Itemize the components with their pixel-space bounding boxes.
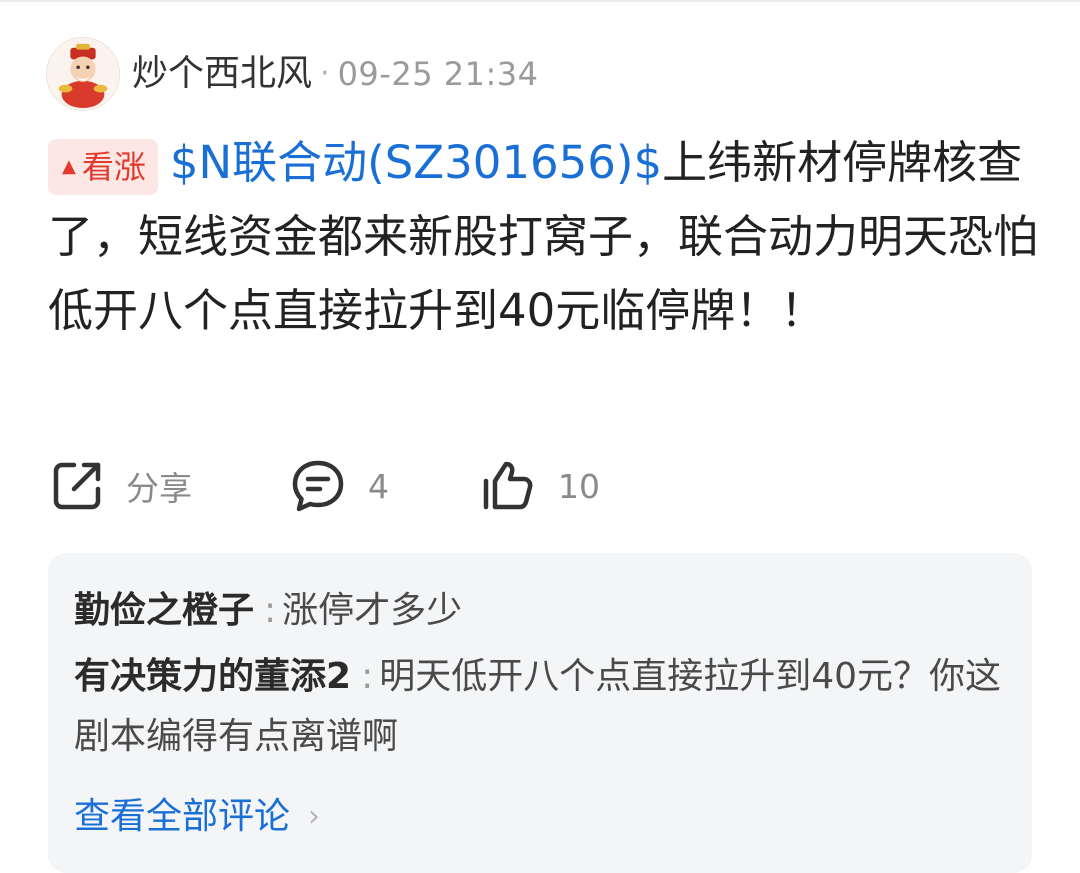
bullish-badge: ▲ 看涨 <box>48 139 158 195</box>
comment-icon <box>292 460 344 512</box>
comment-separator: : <box>361 656 374 697</box>
like-button[interactable]: 10 <box>480 456 680 516</box>
comment-item[interactable]: 有决策力的董添2: 明天低开八个点直接拉升到40元？你这剧本编得有点离谱啊 <box>74 647 1008 767</box>
comment-author[interactable]: 勤俭之橙子 <box>74 590 254 631</box>
comment-button[interactable]: 4 <box>290 456 480 516</box>
action-bar: 分享 4 10 <box>50 456 680 516</box>
post-timestamp: 09-25 21:34 <box>337 55 539 93</box>
top-divider <box>0 0 1080 2</box>
post-header: 炒个西北风 · 09-25 21:34 <box>46 36 538 112</box>
comment-author[interactable]: 有决策力的董添2 <box>74 656 351 697</box>
comments-preview: 勤俭之橙子: 涨停才多少 有决策力的董添2: 明天低开八个点直接拉升到40元？你这剧… <box>48 553 1032 873</box>
badge-label: 看涨 <box>81 148 146 186</box>
up-triangle-icon: ▲ <box>62 156 76 177</box>
comment-count: 4 <box>368 466 389 506</box>
comment-text: 涨停才多少 <box>282 590 463 631</box>
thumbs-up-icon <box>483 461 533 510</box>
comment-item[interactable]: 勤俭之橙子: 涨停才多少 <box>74 581 1008 641</box>
meta-separator: · <box>320 56 330 91</box>
share-button[interactable]: 分享 <box>50 456 290 516</box>
avatar[interactable] <box>46 37 120 111</box>
chevron-right-icon: › <box>308 799 321 834</box>
post-content: ▲ 看涨 $N联合动(SZ301656)$上纬新材停牌核查了，短线资金都来新股打窝子… <box>48 126 1038 348</box>
share-icon <box>53 462 101 510</box>
like-count: 10 <box>558 466 600 506</box>
username[interactable]: 炒个西北风 <box>132 56 312 92</box>
avatar-icon <box>47 38 119 110</box>
comment-separator: : <box>264 590 277 631</box>
view-all-label: 查看全部评论 <box>74 796 291 837</box>
view-all-comments-link[interactable]: 查看全部评论 › <box>74 787 320 847</box>
share-label: 分享 <box>126 469 192 508</box>
stock-link[interactable]: $N联合动(SZ301656)$ <box>170 136 662 189</box>
